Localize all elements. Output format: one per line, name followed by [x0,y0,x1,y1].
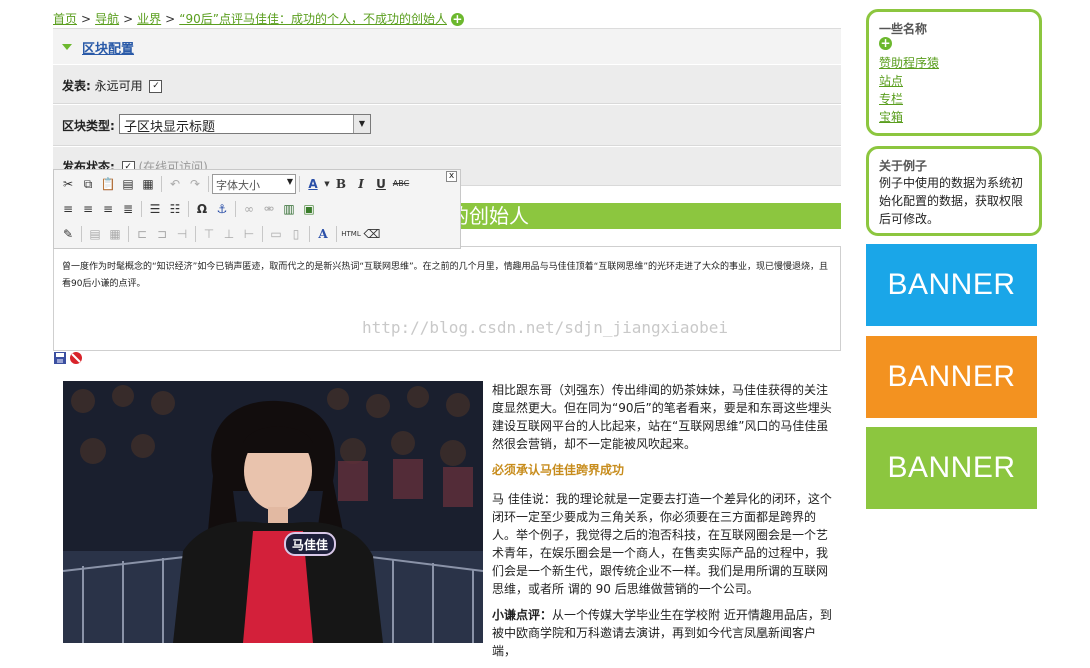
insert-row-icon[interactable]: ⊏ [132,224,152,244]
font-size-select[interactable]: 字体大小 ▼ [212,174,296,194]
add-icon[interactable]: + [879,37,892,50]
article-body: 相比跟东哥（刘强东）传出绯闻的奶茶妹妹，马佳佳获得的关注度显然更大。但在同为“9… [492,381,837,668]
sidebar-link-treasure[interactable]: 宝箱 [879,110,903,124]
italic-icon[interactable]: I [351,174,371,194]
editor-text[interactable]: 曾一度作为时髦概念的“知识经济”如今已销声匿迹，取而代之的是新兴热词“互联网思维… [62,259,832,293]
split-cells-icon[interactable]: ▯ [286,224,306,244]
save-icon[interactable] [54,352,66,364]
bullet-list-icon[interactable]: ☰ [145,199,165,219]
block-type-label: 区块类型: [62,119,115,133]
paste-icon[interactable]: 📋 [98,174,118,194]
collapse-triangle-icon[interactable] [62,44,72,50]
sidebar-link-site[interactable]: 站点 [879,74,903,88]
sidebar-about-box: 关于例子 例子中使用的数据为系统初始化配置的数据，获取权限后可修改。 [866,146,1042,236]
publish-value: 永远可用 [94,79,143,93]
toolbar-row-1: ✂ ⧉ 📋 ▤ ▦ ↶ ↷ 字体大小 ▼ A ▼ B I U ABC [58,172,411,196]
breadcrumb-industry[interactable]: 业界 [137,12,161,26]
article-photo: 马佳佳 [63,381,483,643]
article-paragraph-2: 马 佳佳说：我的理论就是一定要去打造一个差异化的闭环，这个闭环一定至少要成为三角… [492,492,832,596]
box-title: 关于例子 [879,159,928,173]
image-icon[interactable]: ▣ [299,199,319,219]
block-type-value: 子区块显示标题 [124,120,216,135]
block-config-header[interactable]: 区块配置 [53,28,841,64]
paste-text-icon[interactable]: ▤ [118,174,138,194]
publish-label: 发表: [62,79,91,93]
undo-icon[interactable]: ↶ [165,174,185,194]
table-icon[interactable]: ▤ [85,224,105,244]
watermark: http://blog.csdn.net/sdjn_jiangxiaobei [362,318,729,337]
row-props-icon[interactable]: ⊣ [172,224,192,244]
special-char-icon[interactable]: Ω [192,199,212,219]
strikethrough-icon[interactable]: ABC [391,174,411,194]
merge-cells-icon[interactable]: ▭ [266,224,286,244]
copy-icon[interactable]: ⧉ [78,174,98,194]
font-color-icon[interactable]: A [303,174,323,194]
chevron-down-icon: ▼ [286,177,293,186]
article-paragraph-1: 相比跟东哥（刘强东）传出绯闻的奶茶妹妹，马佳佳获得的关注度显然更大。但在同为“9… [492,383,832,451]
publish-checkbox[interactable]: ✓ [149,80,163,93]
insert-col-icon[interactable]: ⊤ [199,224,219,244]
box-title: 一些名称 [879,22,928,36]
toolbar-row-3: ✎ ▤ ▦ ⊏ ⊐ ⊣ ⊤ ⊥ ⊢ ▭ ▯ A HTML ⌫ [58,222,382,246]
about-text: 例子中使用的数据为系统初始化配置的数据，获取权限后可修改。 [879,176,1024,226]
media-icon[interactable]: ▥ [279,199,299,219]
html-icon[interactable]: HTML [340,224,362,244]
editor-actions [53,351,85,368]
name-badge: 马佳佳 [292,537,328,552]
font-color-dropdown-icon[interactable]: ▼ [323,174,331,194]
toolbar-row-2: ≡ ≡ ≡ ≣ ☰ ☷ Ω ⚓ ∞ ⚮ ▥ ▣ [58,197,319,221]
banner-blue[interactable]: BANNER [866,244,1037,326]
paste-word-icon[interactable]: ▦ [138,174,158,194]
add-icon[interactable]: + [450,13,464,26]
chevron-down-icon[interactable]: ▼ [353,115,370,133]
breadcrumb-article[interactable]: “90后”点评马佳佳：成功的个人，不成功的创始人 [179,12,447,26]
align-justify-icon[interactable]: ≣ [118,199,138,219]
banner-green[interactable]: BANNER [866,427,1037,509]
cancel-icon[interactable] [70,352,82,364]
align-center-icon[interactable]: ≡ [78,199,98,219]
breadcrumb-home[interactable]: 首页 [53,12,77,26]
block-config-title[interactable]: 区块配置 [82,38,134,57]
editor-toolbar: x ✂ ⧉ 📋 ▤ ▦ ↶ ↷ 字体大小 ▼ A ▼ B I U ABC ≡ ≡ … [53,169,461,249]
col-props-icon[interactable]: ⊢ [239,224,259,244]
anchor-icon[interactable]: ⚓ [212,199,232,219]
article-subtitle: 必须承认马佳佳跨界成功 [492,463,625,477]
article-paragraph-3: 小谦点评：从一个传媒大学毕业生在学校附 近开情趣用品店，到被中欧商学院和万科邀请… [492,608,832,658]
breadcrumb-nav[interactable]: 导航 [95,12,119,26]
publish-row: 发表: 永远可用 ✓ [53,64,841,104]
sidebar-link-column[interactable]: 专栏 [879,92,903,106]
main-content: 区块配置 发表: 永远可用 ✓ 区块类型: 子区块显示标题 ▼ 发布状态: ✓ … [53,28,841,364]
delete-row-icon[interactable]: ⊐ [152,224,172,244]
cut-icon[interactable]: ✂ [58,174,78,194]
redo-icon[interactable]: ↷ [185,174,205,194]
link-icon[interactable]: ∞ [239,199,259,219]
delete-col-icon[interactable]: ⊥ [219,224,239,244]
block-type-select[interactable]: 子区块显示标题 ▼ [119,114,371,135]
numbered-list-icon[interactable]: ☷ [165,199,185,219]
sidebar-link-sponsor[interactable]: 赞助程序猿 [879,56,939,70]
toolbar-close-button[interactable]: x [446,171,457,182]
sidebar-names-box: 一些名称 + 赞助程序猿 站点 专栏 宝箱 [866,9,1042,136]
bold-icon[interactable]: B [331,174,351,194]
underline-icon[interactable]: U [371,174,391,194]
align-right-icon[interactable]: ≡ [98,199,118,219]
table-props-icon[interactable]: ▦ [105,224,125,244]
banner-orange[interactable]: BANNER [866,336,1037,418]
font-family-icon[interactable]: A [313,224,333,244]
edit-icon[interactable]: ✎ [58,224,78,244]
unlink-icon[interactable]: ⚮ [259,199,279,219]
align-left-icon[interactable]: ≡ [58,199,78,219]
breadcrumb: 首页 > 导航 > 业界 > “90后”点评马佳佳：成功的个人，不成功的创始人 + [53,12,464,26]
eraser-icon[interactable]: ⌫ [362,224,382,244]
